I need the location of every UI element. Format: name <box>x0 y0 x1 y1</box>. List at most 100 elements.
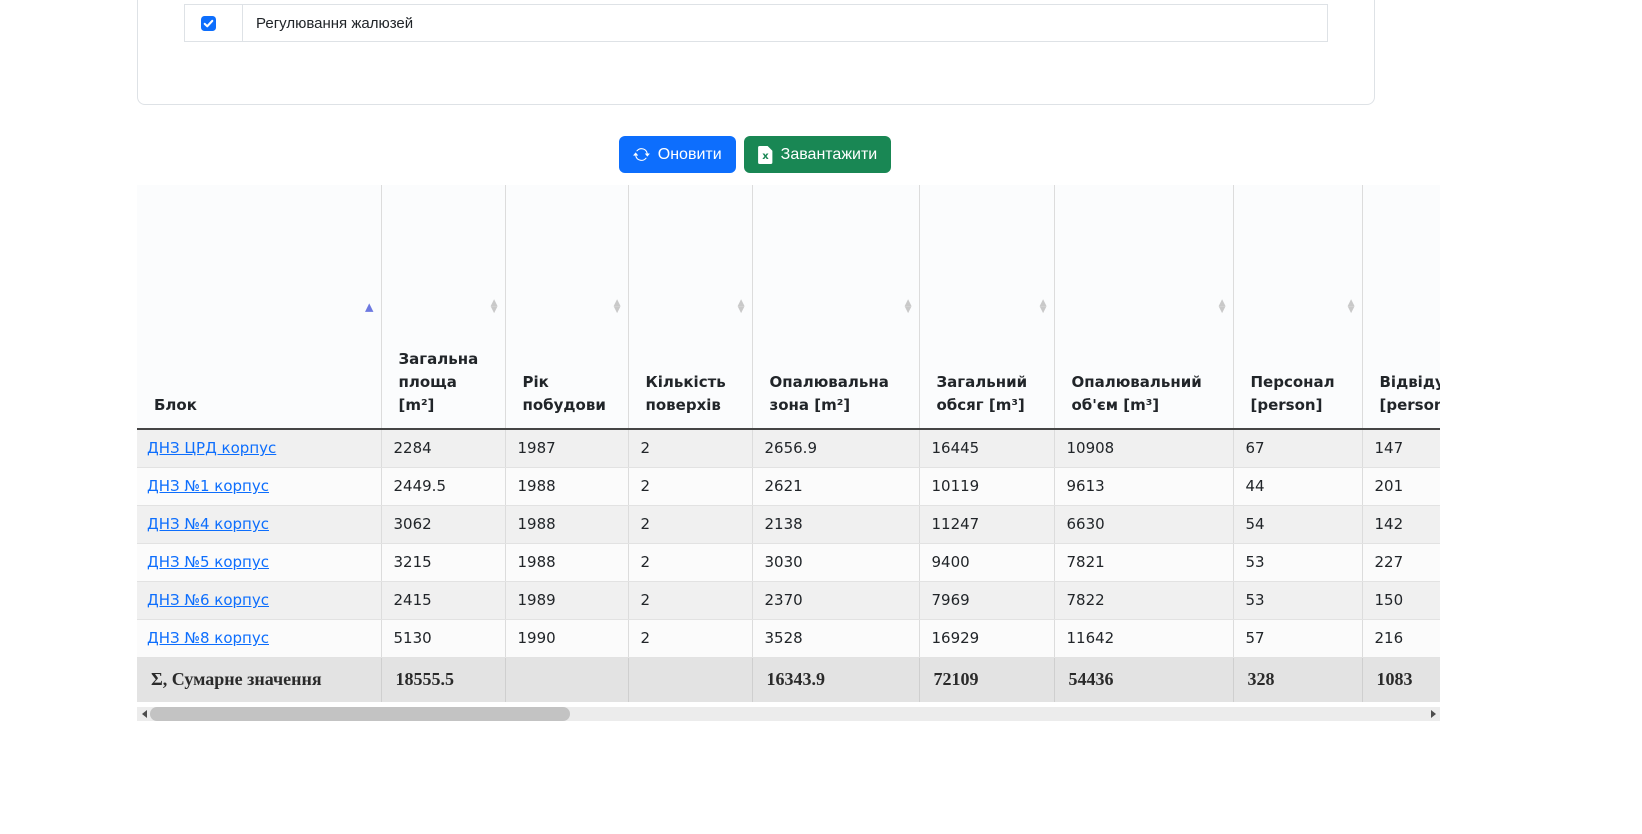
sum-value-cell <box>628 657 752 702</box>
value-cell: 44 <box>1233 467 1362 505</box>
block-link[interactable]: ДНЗ №1 корпус <box>147 477 269 495</box>
value-cell: 2656.9 <box>752 429 919 467</box>
checkbox-label: Регулювання жалюзей <box>243 5 1327 41</box>
right-triangle-icon <box>1431 710 1436 718</box>
column-header[interactable]: Кількість поверхів ▲▼ <box>628 185 752 429</box>
value-cell: 2 <box>628 505 752 543</box>
column-header-label: Відвідувачі [person] <box>1380 373 1441 414</box>
value-cell: 3215 <box>381 543 505 581</box>
column-header[interactable]: Блок▲ <box>137 185 381 429</box>
table-body: ДНЗ ЦРД корпус2284198722656.916445109086… <box>137 429 1440 657</box>
value-cell: 227 <box>1362 543 1440 581</box>
column-header[interactable]: Опалювальна зона [m²] ▲▼ <box>752 185 919 429</box>
table-row: ДНЗ №8 корпус513019902352816929116425721… <box>137 619 1440 657</box>
sort-both-icon: ▲▼ <box>905 300 912 314</box>
value-cell: 1990 <box>505 619 628 657</box>
value-cell: 54 <box>1233 505 1362 543</box>
value-cell: 16445 <box>919 429 1054 467</box>
value-cell: 67 <box>1233 429 1362 467</box>
download-button[interactable]: x Завантажити <box>744 136 892 173</box>
toolbar: Оновити x Завантажити <box>137 136 1373 173</box>
value-cell: 2 <box>628 581 752 619</box>
table-footer: Σ, Сумарне значення18555.516343.97210954… <box>137 657 1440 702</box>
block-link[interactable]: ДНЗ №6 корпус <box>147 591 269 609</box>
sum-row-label: Σ, Сумарне значення <box>137 657 381 702</box>
value-cell: 2370 <box>752 581 919 619</box>
left-triangle-icon <box>142 710 147 718</box>
value-cell: 3528 <box>752 619 919 657</box>
sort-both-icon: ▲▼ <box>1348 300 1355 314</box>
value-cell: 1989 <box>505 581 628 619</box>
check-icon <box>203 18 214 29</box>
scrollbar-left-arrow[interactable] <box>137 707 151 721</box>
value-cell: 2138 <box>752 505 919 543</box>
checkbox-checked[interactable] <box>201 16 216 31</box>
value-cell: 3062 <box>381 505 505 543</box>
value-cell: 57 <box>1233 619 1362 657</box>
column-header[interactable]: Персонал [person] ▲▼ <box>1233 185 1362 429</box>
value-cell: 2449.5 <box>381 467 505 505</box>
value-cell: 7822 <box>1054 581 1233 619</box>
sort-both-icon: ▲▼ <box>738 300 745 314</box>
value-cell: 216 <box>1362 619 1440 657</box>
sort-both-icon: ▲▼ <box>491 300 498 314</box>
value-cell: 2415 <box>381 581 505 619</box>
value-cell: 201 <box>1362 467 1440 505</box>
block-cell: ДНЗ №8 корпус <box>137 619 381 657</box>
column-header-label: Персонал [person] <box>1251 373 1335 414</box>
value-cell: 5130 <box>381 619 505 657</box>
block-link[interactable]: ДНЗ ЦРД корпус <box>147 439 276 457</box>
horizontal-scrollbar[interactable] <box>137 707 1440 721</box>
column-header[interactable]: Опалювальний об'єм [m³]▲▼ <box>1054 185 1233 429</box>
sum-value-cell: 1083 <box>1362 657 1440 702</box>
refresh-button[interactable]: Оновити <box>619 136 736 173</box>
checkbox-row: Регулювання жалюзей <box>184 4 1328 42</box>
scrollbar-thumb[interactable] <box>150 707 570 721</box>
download-button-label: Завантажити <box>781 146 878 164</box>
value-cell: 10119 <box>919 467 1054 505</box>
column-header-label: Рік побудови <box>523 373 606 414</box>
refresh-button-label: Оновити <box>658 146 722 164</box>
table-row: ДНЗ №4 корпус306219882213811247663054142 <box>137 505 1440 543</box>
block-cell: ДНЗ №4 корпус <box>137 505 381 543</box>
value-cell: 9400 <box>919 543 1054 581</box>
block-cell: ДНЗ №5 корпус <box>137 543 381 581</box>
value-cell: 53 <box>1233 581 1362 619</box>
block-link[interactable]: ДНЗ №8 корпус <box>147 629 269 647</box>
block-link[interactable]: ДНЗ №4 корпус <box>147 515 269 533</box>
value-cell: 11642 <box>1054 619 1233 657</box>
sum-value-cell: 16343.9 <box>752 657 919 702</box>
sort-both-icon: ▲▼ <box>1040 300 1047 314</box>
block-link[interactable]: ДНЗ №5 корпус <box>147 553 269 571</box>
value-cell: 150 <box>1362 581 1440 619</box>
table-row: ДНЗ №6 корпус24151989223707969782253150 <box>137 581 1440 619</box>
sort-asc-icon: ▲ <box>365 301 373 312</box>
value-cell: 6630 <box>1054 505 1233 543</box>
value-cell: 11247 <box>919 505 1054 543</box>
value-cell: 2621 <box>752 467 919 505</box>
sort-both-icon: ▲▼ <box>614 300 621 314</box>
checkbox-cell <box>185 5 243 41</box>
column-header-label: Кількість поверхів <box>646 373 726 414</box>
value-cell: 1987 <box>505 429 628 467</box>
svg-text:x: x <box>762 151 769 162</box>
value-cell: 10908 <box>1054 429 1233 467</box>
value-cell: 2 <box>628 429 752 467</box>
scrollbar-right-arrow[interactable] <box>1426 707 1440 721</box>
table-row: ДНЗ №5 корпус32151988230309400782153227 <box>137 543 1440 581</box>
sum-value-cell <box>505 657 628 702</box>
table-row: ДНЗ №1 корпус2449.5198822621101199613442… <box>137 467 1440 505</box>
column-header[interactable]: Рік побудови ▲▼ <box>505 185 628 429</box>
block-cell: ДНЗ №1 корпус <box>137 467 381 505</box>
column-header-label: Опалювальний об'єм [m³] <box>1072 373 1202 414</box>
column-header[interactable]: Загальний обсяг [m³]▲▼ <box>919 185 1054 429</box>
column-header[interactable]: Загальна площа [m²]▲▼ <box>381 185 505 429</box>
settings-panel: Регулювання жалюзей <box>137 0 1375 105</box>
block-cell: ДНЗ ЦРД корпус <box>137 429 381 467</box>
column-header-label: Опалювальна зона [m²] <box>770 373 889 414</box>
refresh-icon <box>633 146 650 163</box>
value-cell: 2284 <box>381 429 505 467</box>
data-table: Блок▲Загальна площа [m²]▲▼ Рік побудови ▲▼… <box>137 185 1440 702</box>
table-row: ДНЗ ЦРД корпус 2284198722656.916445109086… <box>137 429 1440 467</box>
column-header[interactable]: Відвідувачі [person]▲▼ <box>1362 185 1440 429</box>
